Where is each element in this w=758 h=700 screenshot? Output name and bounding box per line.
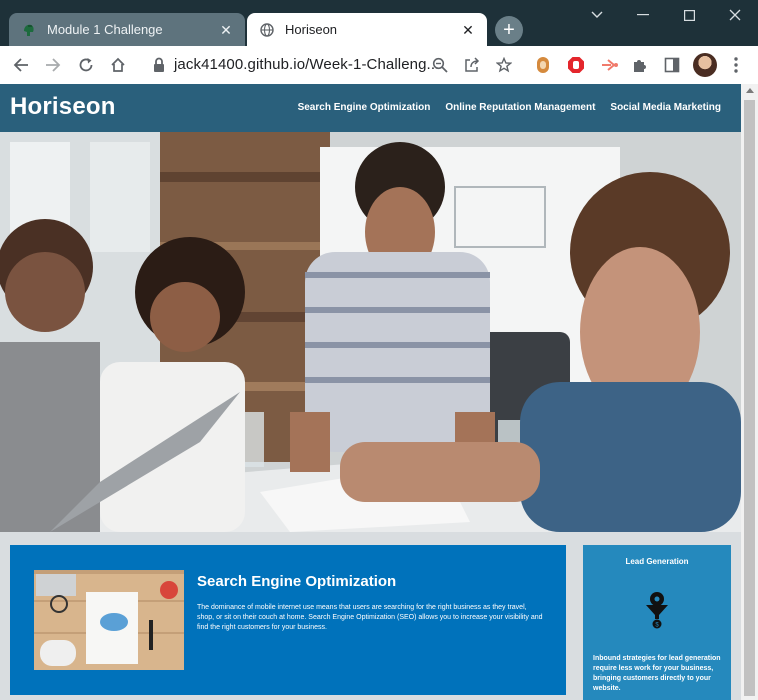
- kebab-menu-icon[interactable]: [724, 53, 748, 77]
- site-nav: Search Engine Optimization Online Reputa…: [298, 102, 721, 113]
- address-bar[interactable]: jack41400.github.io/Week-1-Challeng...: [174, 56, 439, 73]
- tab-title: Horiseon: [285, 22, 338, 37]
- home-icon[interactable]: [106, 53, 130, 77]
- zoom-icon[interactable]: [428, 53, 452, 77]
- share-icon[interactable]: [460, 53, 484, 77]
- page-scrollbar[interactable]: [741, 84, 758, 700]
- tab-module-1-challenge[interactable]: Module 1 Challenge ✕: [9, 13, 245, 46]
- site-logo[interactable]: Horiseon: [10, 93, 116, 121]
- hero-image: [0, 132, 741, 532]
- site-header: Horiseon Search Engine Optimization Onli…: [0, 84, 741, 132]
- nav-link-social-media[interactable]: Social Media Marketing: [610, 102, 721, 113]
- tab-search-chevron-icon[interactable]: [584, 4, 610, 26]
- funnel-gear-icon: $: [646, 592, 668, 629]
- tab-title: Module 1 Challenge: [47, 22, 163, 37]
- scroll-up-arrow-icon[interactable]: [746, 88, 754, 93]
- spartan-helmet-icon: [21, 22, 37, 38]
- side-panel-icon[interactable]: [660, 53, 684, 77]
- tab-horiseon[interactable]: Horiseon ✕: [247, 13, 487, 46]
- seo-paragraph: The dominance of mobile internet use mea…: [197, 604, 543, 631]
- globe-icon: [259, 22, 275, 38]
- browser-tabstrip: Module 1 Challenge ✕ Horiseon ✕ +: [0, 0, 758, 46]
- extension-wallet-icon[interactable]: [531, 53, 555, 77]
- extension-adblock-icon[interactable]: [564, 53, 588, 77]
- close-window-icon[interactable]: [722, 4, 748, 26]
- browser-toolbar: jack41400.github.io/Week-1-Challeng...: [0, 46, 758, 84]
- scrollbar-thumb[interactable]: [744, 100, 755, 696]
- benefit-lead-generation: Lead Generation $ Inbound strategies for…: [583, 545, 731, 700]
- nav-link-seo[interactable]: Search Engine Optimization: [298, 102, 431, 113]
- seo-heading: Search Engine Optimization: [197, 573, 397, 590]
- profile-avatar[interactable]: [693, 53, 717, 77]
- lock-icon[interactable]: [152, 56, 166, 74]
- forward-arrow-icon[interactable]: [41, 53, 65, 77]
- back-arrow-icon[interactable]: [9, 53, 33, 77]
- reload-icon[interactable]: [74, 53, 98, 77]
- bookmark-star-icon[interactable]: [492, 53, 516, 77]
- nav-link-online-reputation[interactable]: Online Reputation Management: [445, 102, 595, 113]
- tab-close-icon[interactable]: ✕: [217, 21, 235, 39]
- seo-image: [34, 570, 184, 670]
- minimize-icon[interactable]: [630, 4, 656, 26]
- extension-arrow-icon[interactable]: [598, 53, 622, 77]
- page-viewport: Horiseon Search Engine Optimization Onli…: [0, 84, 741, 700]
- extensions-puzzle-icon[interactable]: [628, 53, 652, 77]
- benefit-paragraph: Inbound strategies for lead generation r…: [593, 655, 721, 692]
- benefit-heading: Lead Generation: [625, 557, 689, 566]
- new-tab-button[interactable]: +: [495, 16, 523, 44]
- tab-close-icon[interactable]: ✕: [459, 21, 477, 39]
- maximize-icon[interactable]: [676, 4, 702, 26]
- seo-section: Search Engine Optimization The dominance…: [10, 545, 566, 695]
